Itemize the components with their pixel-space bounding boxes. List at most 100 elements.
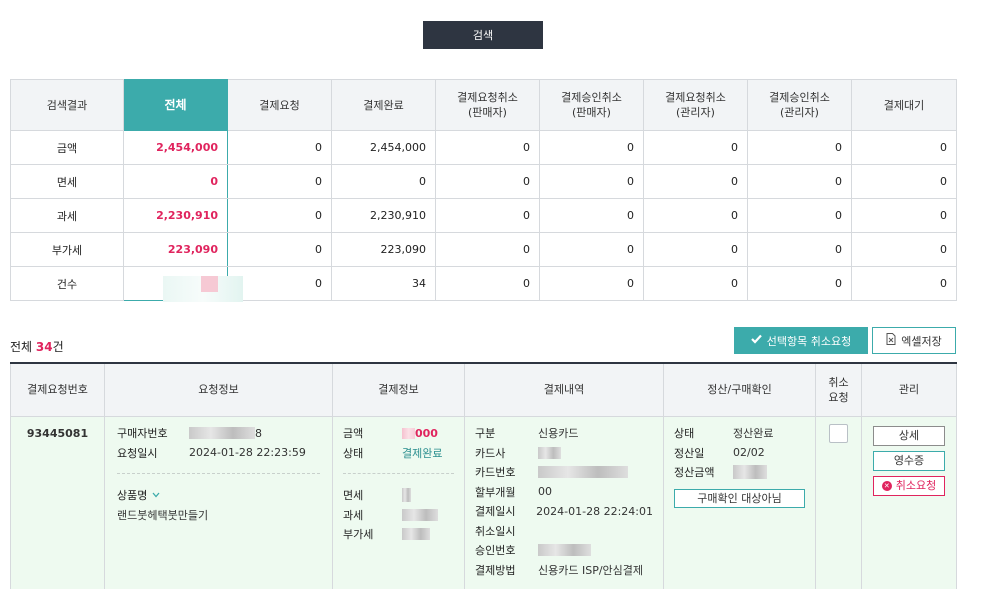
summary-cell: 0: [643, 164, 748, 199]
summary-cell: 2,454,000: [123, 130, 228, 165]
col-cancel-request: 취소 요청: [815, 362, 862, 417]
summary-cell: 2,230,910: [123, 198, 228, 233]
col-payment-info: 결제정보: [332, 362, 465, 417]
summary-row-label: 건수: [10, 266, 124, 301]
col-payment-detail: 결제내역: [464, 362, 664, 417]
summary-row-label: 면세: [10, 164, 124, 199]
summary-cell: 0: [851, 164, 957, 199]
summary-cell: 2,454,000: [331, 130, 436, 165]
tab-pay-waiting[interactable]: 결제대기: [851, 79, 957, 131]
summary-cell: 2,230,910: [331, 198, 436, 233]
col-request-info: 요청정보: [104, 362, 333, 417]
cancel-selected-button[interactable]: 선택항목 취소요청: [734, 327, 868, 354]
summary-row: 면세 0 0 0 0 0 0 0 0: [10, 164, 957, 199]
redacted-region: [201, 276, 218, 292]
cancel-x-icon: ✕: [881, 480, 892, 491]
redacted-card-number: [538, 466, 628, 479]
receipt-button[interactable]: 영수증: [873, 450, 945, 471]
total-count-number: 34: [35, 340, 53, 354]
tab-request-cancel-seller[interactable]: 결제요청취소 (판매자): [435, 79, 540, 131]
summary-cell: 0: [539, 130, 644, 165]
summary-cell: 0: [851, 198, 957, 233]
summary-row-label: 과세: [10, 198, 124, 233]
redacted-settle-amount: [733, 465, 767, 480]
summary-cell: 0: [747, 130, 852, 165]
summary-cell: 0: [227, 198, 332, 233]
summary-cell: 0: [227, 232, 332, 267]
payment-status: 결제완료: [402, 446, 443, 460]
search-button[interactable]: 검색: [423, 21, 543, 49]
summary-cell: 0: [123, 164, 228, 199]
product-toggle[interactable]: 상품명: [117, 486, 320, 506]
tab-pay-complete[interactable]: 결제완료: [331, 79, 436, 131]
request-date: 2024-01-28 22:23:59: [189, 446, 306, 460]
total-count: 전체 34건: [10, 340, 64, 354]
purchase-confirm-button[interactable]: 구매확인 대상아님: [674, 489, 805, 508]
summary-row: 건수 0 34 0 0 0 0 0: [10, 266, 957, 301]
excel-file-icon: [886, 333, 896, 348]
summary-cell: 0: [331, 164, 436, 199]
settle-date: 02/02: [733, 446, 765, 460]
tab-pay-request[interactable]: 결제요청: [227, 79, 332, 131]
summary-cell: 0: [539, 232, 644, 267]
col-settle-confirm: 정산/구매확인: [663, 362, 816, 417]
pay-date: 2024-01-28 22:24:01: [536, 504, 653, 518]
summary-cell: 0: [851, 232, 957, 267]
summary-cell: 0: [851, 266, 957, 301]
summary-cell: 223,090: [123, 232, 228, 267]
chevron-down-icon: [152, 492, 160, 498]
summary-cell: 0: [643, 232, 748, 267]
cancel-request-button[interactable]: ✕ 취소요청: [873, 475, 945, 496]
request-number: 93445081: [26, 426, 89, 440]
redacted-card-company: [538, 446, 561, 459]
table-row: 93445081 구매자번호 8 요청일시 2024-01-28 22:23:5…: [10, 415, 957, 589]
summary-header-label: 검색결과: [10, 79, 124, 131]
summary-table: 검색결과 전체 결제요청 결제완료 결제요청취소 (판매자) 결제승인취소 (판매자…: [10, 79, 957, 301]
summary-cell: 0: [851, 130, 957, 165]
summary-row: 부가세 223,090 0 223,090 0 0 0 0 0: [10, 232, 957, 267]
detail-button[interactable]: 상세: [873, 425, 945, 446]
orders-table: 결제요청번호 요청정보 결제정보 결제내역 정산/구매확인 취소 요청 관리 93…: [10, 362, 957, 589]
check-icon: [750, 334, 762, 347]
summary-cell: 0: [227, 130, 332, 165]
summary-header-row: 검색결과 전체 결제요청 결제완료 결제요청취소 (판매자) 결제승인취소 (판매자…: [10, 79, 957, 131]
summary-cell: 0: [539, 164, 644, 199]
summary-cell: 0: [435, 198, 540, 233]
summary-cell: 0: [435, 164, 540, 199]
tab-all[interactable]: 전체: [123, 79, 228, 131]
summary-cell: 0: [747, 164, 852, 199]
redacted-amount: [402, 427, 415, 439]
summary-cell: 0: [227, 266, 332, 301]
excel-save-button[interactable]: 엑셀저장: [872, 327, 956, 354]
pay-method: 신용카드 ISP/안심결제: [538, 563, 644, 577]
col-request-number: 결제요청번호: [10, 362, 105, 417]
redacted-taxable: [402, 508, 438, 521]
summary-cell: 0: [435, 232, 540, 267]
redacted-exempt: [402, 488, 411, 503]
summary-cell: 0: [643, 198, 748, 233]
cancel-request-checkbox[interactable]: [829, 423, 848, 443]
tab-request-cancel-admin[interactable]: 결제요청취소 (관리자): [643, 79, 748, 131]
redacted-vat: [402, 528, 430, 541]
summary-cell: 0: [747, 232, 852, 267]
summary-cell: 0: [539, 198, 644, 233]
summary-cell: 223,090: [331, 232, 436, 267]
summary-cell: 0: [227, 164, 332, 199]
summary-row: 금액 2,454,000 0 2,454,000 0 0 0 0 0: [10, 130, 957, 165]
summary-row-label: 금액: [10, 130, 124, 165]
summary-row: 과세 2,230,910 0 2,230,910 0 0 0 0 0: [10, 198, 957, 233]
summary-cell: 0: [747, 198, 852, 233]
summary-cell: 0: [435, 266, 540, 301]
tab-approval-cancel-seller[interactable]: 결제승인취소 (판매자): [539, 79, 644, 131]
product-name: 랜드붓헤택붓만들기: [117, 508, 209, 522]
col-manage: 관리: [861, 362, 957, 417]
orders-header-row: 결제요청번호 요청정보 결제정보 결제내역 정산/구매확인 취소 요청 관리: [10, 362, 957, 417]
summary-cell: 0: [435, 130, 540, 165]
redacted-buyer-number: [189, 427, 255, 440]
summary-cell: 0: [643, 130, 748, 165]
summary-cell: 34: [331, 266, 436, 301]
settle-status: 정산완료: [733, 427, 774, 441]
tab-approval-cancel-admin[interactable]: 결제승인취소 (관리자): [747, 79, 852, 131]
summary-cell: 0: [747, 266, 852, 301]
redacted-approval-number: [538, 544, 591, 557]
